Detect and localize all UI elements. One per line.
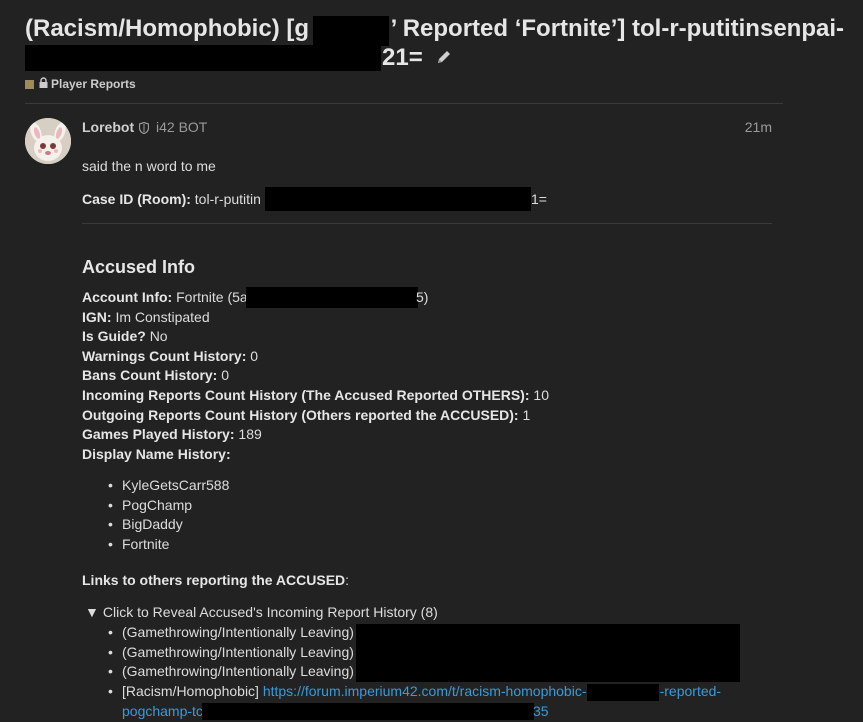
case-id-label: Case ID (Room):: [82, 191, 191, 207]
category-color-swatch: [25, 79, 34, 89]
outgoing-row: Outgoing Reports Count History (Others r…: [82, 407, 530, 423]
links-colon: :: [345, 572, 350, 588]
report-link-mid[interactable]: j-reported-: [657, 683, 722, 699]
redaction-account-info: [246, 287, 418, 308]
topic-title-line2-end-wrap: 21=: [382, 43, 453, 74]
redaction-report-link-mid: [587, 684, 659, 701]
outgoing-label: Outgoing Reports Count History (Others r…: [82, 407, 519, 423]
post-username[interactable]: Lorebot: [82, 119, 134, 135]
games-value: 189: [238, 426, 262, 442]
post-message: said the n word to me: [82, 158, 216, 174]
ign-value: Im Constipated: [115, 309, 210, 325]
lock-icon: [39, 77, 48, 91]
category-badge[interactable]: Player Reports: [25, 77, 136, 91]
report-category: (Gamethrowing/Intentionally Leaving): [122, 624, 354, 640]
guide-value: No: [149, 328, 168, 344]
title-divider: [25, 103, 783, 104]
display-name-label: Display Name History:: [82, 446, 231, 462]
games-row: Games Played History: 189: [82, 426, 262, 442]
edit-pencil-icon[interactable]: [435, 44, 453, 74]
avatar[interactable]: [25, 118, 71, 164]
ign-row: IGN: Im Constipated: [82, 309, 210, 325]
ign-label: IGN:: [82, 309, 112, 325]
account-info-label: Account Info:: [82, 289, 173, 305]
list-item: Fortnite: [108, 536, 229, 556]
redaction-report-link-line2: [202, 703, 534, 720]
incoming-value: 10: [533, 387, 549, 403]
display-name-list: KyleGetsCarr588 PogChamp BigDaddy Fortni…: [108, 477, 229, 556]
list-item: KyleGetsCarr588: [108, 477, 229, 497]
display-name-row: Display Name History:: [82, 446, 231, 462]
topic-title-prefix: (Racism/Homophobic) [g: [25, 15, 310, 42]
case-id-row: Case ID (Room): tol-r-putitin: [82, 191, 261, 207]
report-history-toggle[interactable]: ▼ Click to Reveal Accused's Incoming Rep…: [85, 604, 438, 620]
redaction-title-1: [313, 16, 389, 46]
report-category: [Racism/Homophobic]: [122, 682, 259, 699]
links-label: Links to others reporting the ACCUSED: [82, 572, 346, 588]
outgoing-value: 1: [522, 407, 531, 423]
shield-icon: [138, 121, 150, 139]
post-divider: [82, 223, 772, 224]
case-id-end: 1=: [531, 191, 547, 207]
account-info-end: 5): [416, 289, 429, 305]
case-id-start: tol-r-putitin: [194, 191, 261, 207]
report-history-summary: Click to Reveal Accused's Incoming Repor…: [102, 604, 438, 620]
list-item: PogChamp: [108, 497, 229, 517]
post-timestamp[interactable]: 21m: [745, 119, 772, 135]
topic-title-line-1: (Racism/Homophobic) [g l’ Reported ‘Fortn…: [25, 14, 844, 44]
links-row: Links to others reporting the ACCUSED:: [82, 572, 349, 588]
account-info-row: Account Info: Fortnite (5a: [82, 289, 248, 305]
report-category: (Gamethrowing/Intentionally Leaving): [122, 643, 354, 660]
bans-label: Bans Count History:: [82, 367, 218, 383]
accused-heading: Accused Info: [82, 257, 196, 277]
guide-row: Is Guide? No: [82, 328, 168, 344]
report-link-line2-start[interactable]: pogchamp-tc: [122, 703, 203, 719]
report-link-line2-end[interactable]: 35: [533, 703, 549, 719]
redaction-title-2: [25, 45, 381, 71]
warnings-row: Warnings Count History: 0: [82, 348, 258, 364]
report-category: (Gamethrowing/Intentionally Leaving): [122, 663, 354, 680]
account-info-start: Fortnite (5a: [176, 289, 248, 305]
report-link-start[interactable]: https://forum.imperium42.com/t/racism-ho…: [263, 683, 587, 699]
redaction-report-links: [356, 624, 740, 682]
topic-title-line2-end: 21=: [382, 44, 423, 71]
guide-label: Is Guide?: [82, 328, 146, 344]
warnings-label: Warnings Count History:: [82, 348, 247, 364]
bans-row: Bans Count History: 0: [82, 367, 229, 383]
warnings-value: 0: [250, 348, 259, 364]
bans-value: 0: [221, 367, 230, 383]
list-item: BigDaddy: [108, 516, 229, 536]
disclosure-triangle-icon: ▼: [85, 604, 99, 620]
incoming-row: Incoming Reports Count History (The Accu…: [82, 387, 549, 403]
incoming-label: Incoming Reports Count History (The Accu…: [82, 387, 530, 403]
games-label: Games Played History:: [82, 426, 235, 442]
post-user-title: i42 BOT: [156, 119, 208, 135]
topic-title-suffix: l’ Reported ‘Fortnite’] tol-r-putitinsen…: [384, 15, 844, 42]
category-label: Player Reports: [51, 77, 136, 91]
redaction-case-id: [265, 187, 531, 211]
